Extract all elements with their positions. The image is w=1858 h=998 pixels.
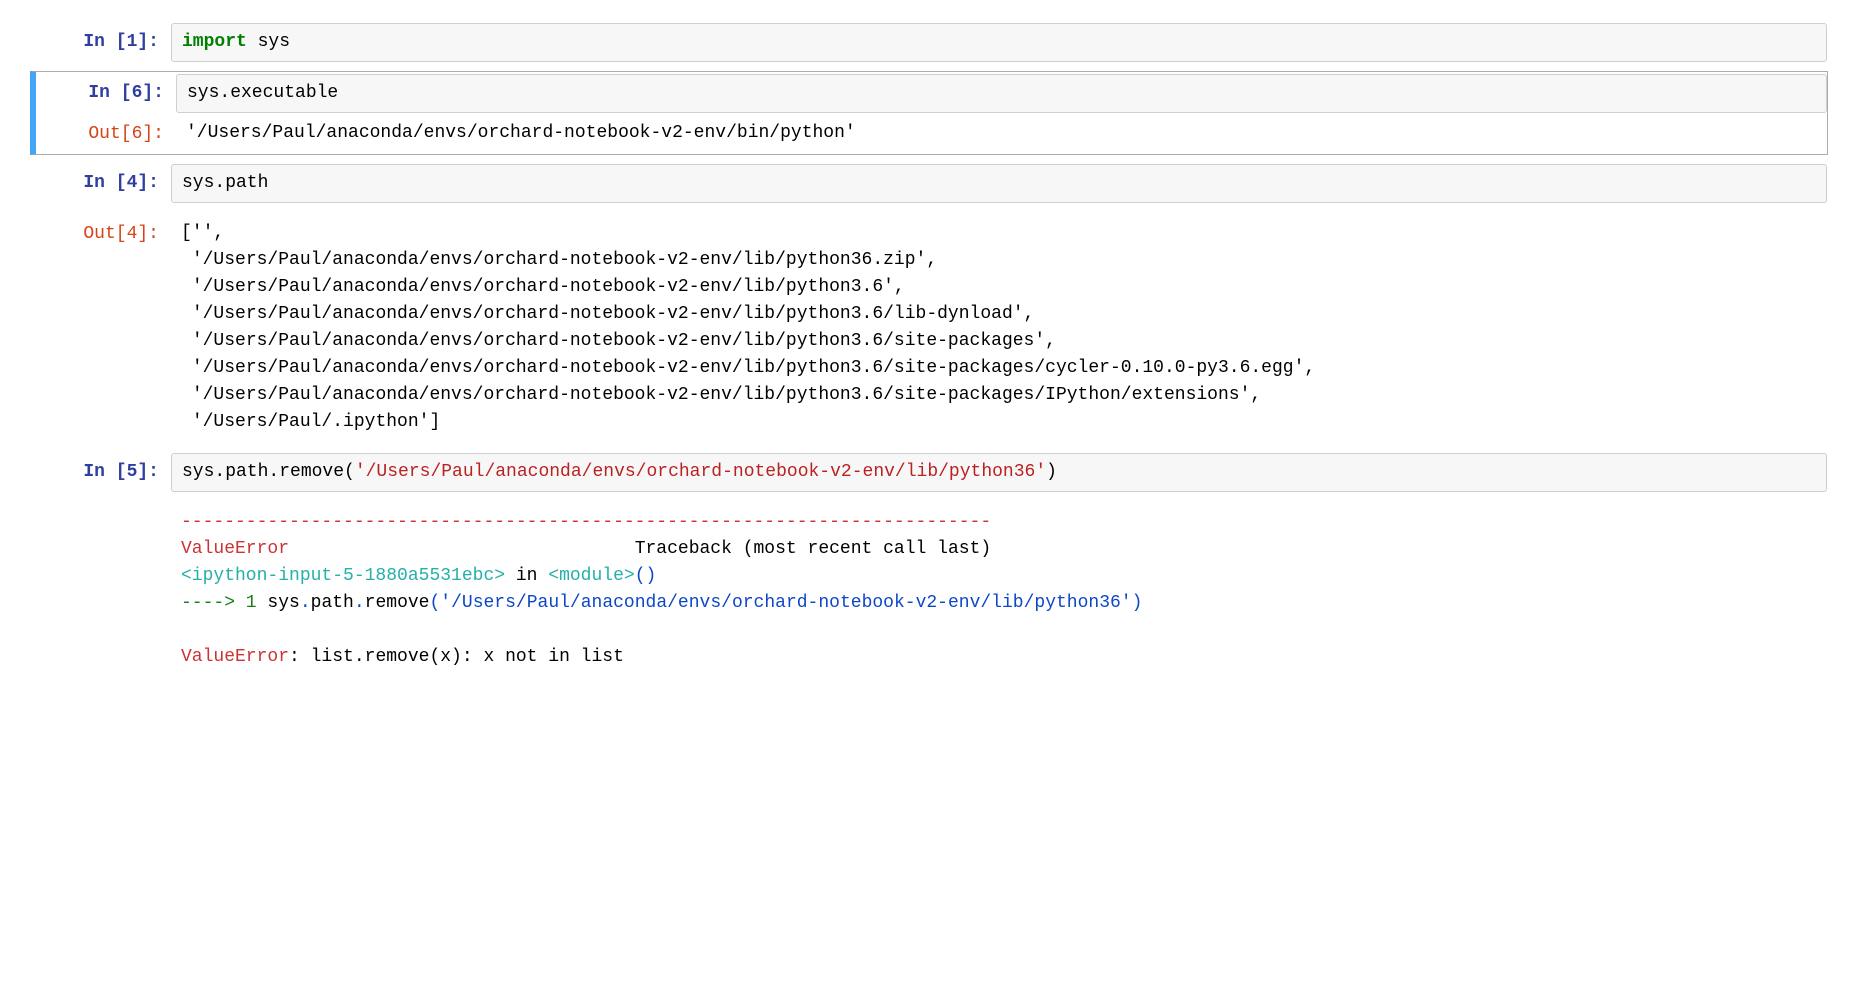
code-text: ) [1046, 462, 1057, 482]
code-input[interactable]: sys.path.remove('/Users/Paul/anaconda/en… [171, 453, 1827, 492]
string-literal: '/Users/Paul/anaconda/envs/orchard-noteb… [355, 462, 1046, 482]
tb-ipython-ref: <ipython-input-5-1880a5531ebc> [181, 566, 505, 586]
tb-final-error-name: ValueError [181, 647, 289, 667]
traceback: ----------------------------------------… [171, 504, 1827, 676]
code-text: sys.executable [187, 83, 338, 103]
prompt-text: In [1]: [83, 32, 159, 52]
output-row: Out[6]: '/Users/Paul/anaconda/envs/orcha… [30, 115, 1828, 155]
output-text: '/Users/Paul/anaconda/envs/orchard-noteb… [176, 115, 1827, 152]
tb-arrow: ----> 1 [181, 593, 267, 613]
code-input[interactable]: import sys [171, 23, 1827, 62]
code-text: sys.path.remove( [182, 462, 355, 482]
tb-path: path [311, 593, 354, 613]
tb-remove: remove [365, 593, 430, 613]
output-row: ----------------------------------------… [30, 501, 1828, 679]
code-text: sys.path [182, 173, 268, 193]
output-row: Out[4]: ['', '/Users/Paul/anaconda/envs/… [30, 212, 1828, 444]
code-input[interactable]: sys.path [171, 164, 1827, 203]
tb-sys: sys [267, 593, 299, 613]
input-prompt: In [5]: [31, 453, 171, 492]
code-cell-selected[interactable]: In [6]: sys.executable [30, 71, 1828, 116]
prompt-text: In [6]: [88, 83, 164, 103]
prompt-text: In [4]: [83, 173, 159, 193]
prompt-text: Out[6]: [88, 124, 164, 144]
tb-dot: . [354, 593, 365, 613]
output-prompt: Out[6]: [36, 115, 176, 152]
code-text: sys [247, 32, 290, 52]
code-cell[interactable]: In [4]: sys.path [30, 161, 1828, 206]
tb-final-msg: : list.remove(x): x not in list [289, 647, 624, 667]
tb-trace-label: Traceback (most recent call last) [635, 539, 991, 559]
tb-dot: . [300, 593, 311, 613]
tb-open-paren: ( [429, 593, 440, 613]
input-prompt: In [6]: [36, 74, 176, 113]
code-cell[interactable]: In [1]: import sys [30, 20, 1828, 65]
tb-parens: () [635, 566, 657, 586]
output-text: ['', '/Users/Paul/anaconda/envs/orchard-… [171, 215, 1827, 441]
prompt-text: In [5]: [83, 462, 159, 482]
keyword: import [182, 32, 247, 52]
tb-spaces [289, 539, 635, 559]
output-prompt: Out[4]: [31, 215, 171, 441]
tb-close-paren: ) [1132, 593, 1143, 613]
tb-error-name: ValueError [181, 539, 289, 559]
code-input[interactable]: sys.executable [176, 74, 1827, 113]
tb-in: in [505, 566, 548, 586]
code-cell[interactable]: In [5]: sys.path.remove('/Users/Paul/ana… [30, 450, 1828, 495]
tb-dashes: ----------------------------------------… [181, 512, 991, 532]
prompt-text: Out[4]: [83, 224, 159, 244]
input-prompt: In [4]: [31, 164, 171, 203]
tb-string: '/Users/Paul/anaconda/envs/orchard-noteb… [440, 593, 1131, 613]
input-prompt: In [1]: [31, 23, 171, 62]
output-prompt [31, 504, 171, 676]
tb-module: <module> [548, 566, 634, 586]
